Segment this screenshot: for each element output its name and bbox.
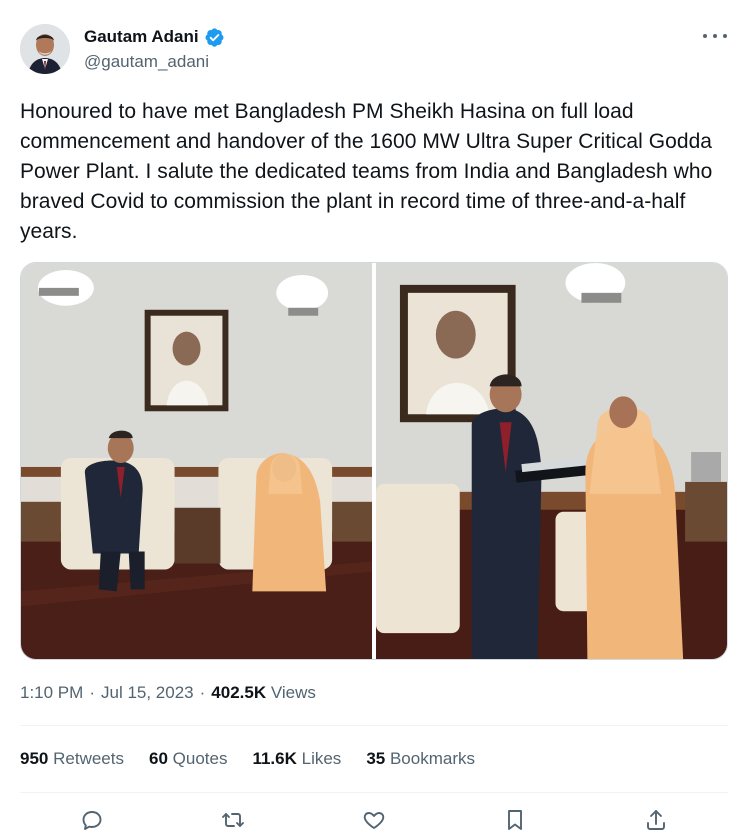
likes-label: Likes	[301, 749, 342, 768]
views-count[interactable]: 402.5K	[211, 683, 266, 702]
retweets-count: 950	[20, 749, 49, 768]
retweets-label: Retweets	[53, 749, 124, 768]
bookmark-icon[interactable]	[503, 808, 527, 832]
quotes-stat[interactable]: 60 Quotes	[149, 749, 227, 769]
more-icon[interactable]	[703, 28, 727, 44]
tweet-time[interactable]: 1:10 PM	[20, 683, 83, 703]
tweet-card: Gautam Adani @gautam_adani Honoured to h…	[0, 0, 753, 832]
author-display-name[interactable]: Gautam Adani	[84, 26, 199, 48]
action-bar	[20, 808, 728, 832]
likes-stat[interactable]: 11.6K Likes	[252, 749, 341, 769]
retweets-stat[interactable]: 950 Retweets	[20, 749, 124, 769]
author-block: Gautam Adani @gautam_adani	[84, 26, 225, 73]
retweet-icon[interactable]	[221, 808, 245, 832]
like-icon[interactable]	[362, 808, 386, 832]
views-label[interactable]: Views	[271, 683, 316, 702]
divider	[20, 792, 728, 793]
quotes-label: Quotes	[172, 749, 228, 768]
quotes-count: 60	[148, 749, 168, 768]
author-avatar[interactable]	[20, 24, 70, 74]
bookmarks-count: 35	[366, 749, 386, 768]
bookmarks-stat[interactable]: 35 Bookmarks	[366, 749, 475, 769]
tweet-media[interactable]	[20, 262, 728, 660]
reply-icon[interactable]	[80, 808, 104, 832]
tweet-date[interactable]: Jul 15, 2023	[101, 683, 194, 703]
verified-badge-icon[interactable]	[204, 27, 225, 48]
bookmarks-label: Bookmarks	[389, 749, 475, 768]
likes-count: 11.6K	[252, 749, 297, 768]
photo-left[interactable]	[21, 263, 372, 659]
author-handle[interactable]: @gautam_adani	[84, 51, 225, 73]
photo-right[interactable]	[376, 263, 727, 659]
tweet-text: Honoured to have met Bangladesh PM Sheik…	[20, 100, 713, 243]
meta-separator: ·	[199, 683, 206, 702]
meta-separator: ·	[89, 683, 95, 702]
divider	[20, 725, 728, 726]
engagement-stats: 950 Retweets 60 Quotes 11.6K Likes 35 Bo…	[20, 749, 475, 769]
share-icon[interactable]	[644, 808, 668, 832]
tweet-meta: 1:10 PM · Jul 15, 2023 · 402.5K Views	[20, 683, 316, 703]
